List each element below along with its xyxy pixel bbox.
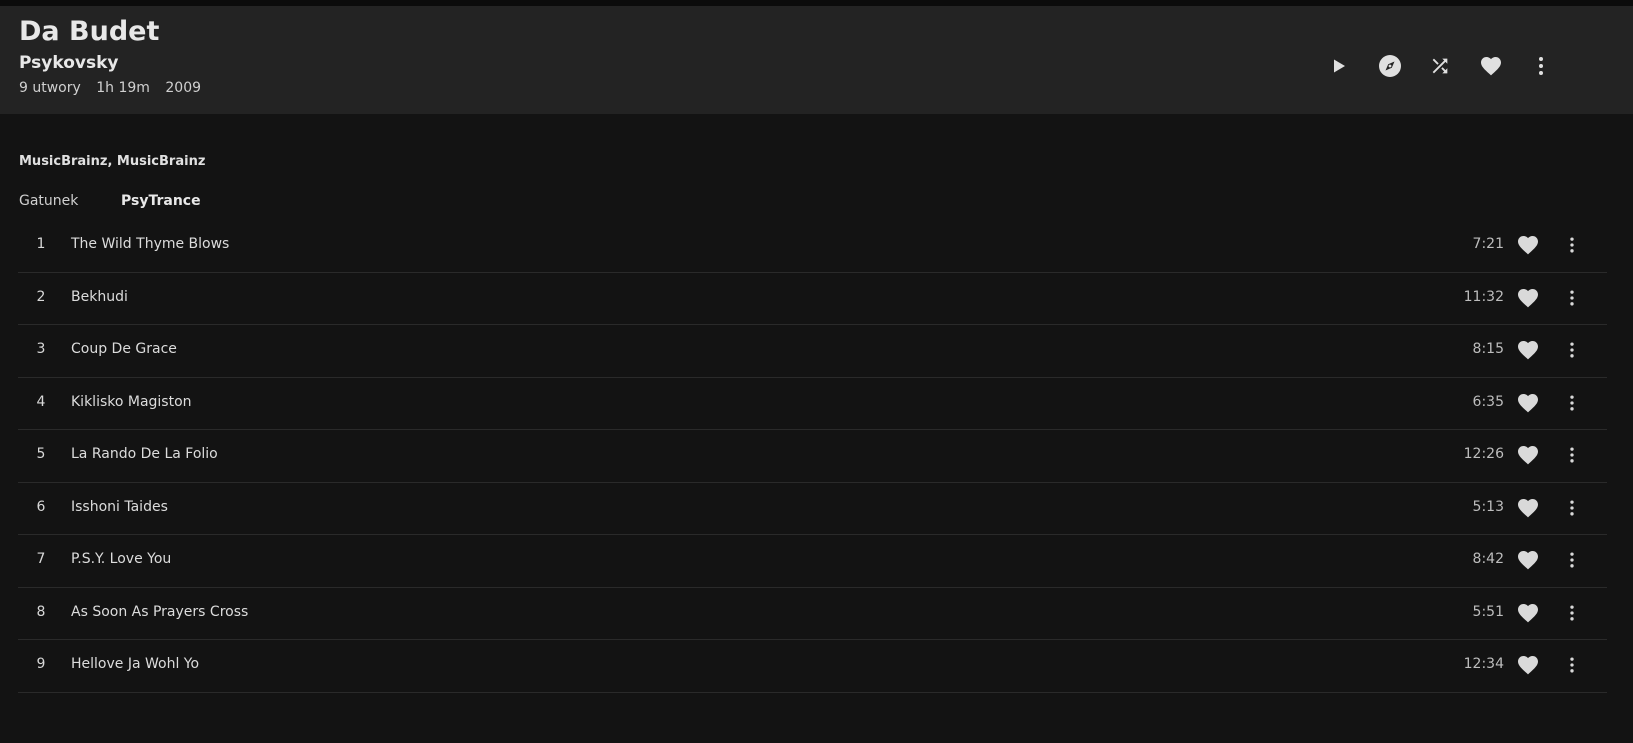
track-number: 8 <box>36 603 46 620</box>
heart-icon <box>1518 498 1538 517</box>
track-more-button[interactable] <box>1562 496 1582 520</box>
track-number: 5 <box>36 446 46 462</box>
play-icon <box>1334 59 1345 73</box>
track-row[interactable]: 5 La Rando De La Folio 12:26 <box>18 430 1607 483</box>
track-number: 2 <box>36 288 46 305</box>
track-like-button[interactable] <box>1515 496 1541 520</box>
track-more-button[interactable] <box>1562 548 1582 572</box>
track-duration: 5:51 <box>1472 603 1504 620</box>
track-duration: 5:13 <box>1472 498 1504 515</box>
more-vertical-icon <box>1539 57 1543 75</box>
track-title[interactable]: Hellove Ja Wohl Yo <box>71 656 199 672</box>
track-like-button[interactable] <box>1515 443 1541 467</box>
heart-icon <box>1518 341 1538 360</box>
track-row[interactable]: 9 Hellove Ja Wohl Yo 12:34 <box>18 640 1607 693</box>
more-vertical-icon <box>1570 447 1574 463</box>
track-like-button[interactable] <box>1515 653 1541 677</box>
track-duration: 6:35 <box>1472 393 1504 410</box>
track-list: 1 The Wild Thyme Blows 7:21 2 Bekhudi 11… <box>18 220 1607 693</box>
more-vertical-icon <box>1570 657 1574 673</box>
album-meta: 9 utwory 1h 19m 2009 <box>19 80 212 96</box>
more-vertical-icon <box>1570 290 1574 305</box>
track-more-button[interactable] <box>1562 653 1582 677</box>
play-button[interactable] <box>1324 51 1354 81</box>
track-row[interactable]: 4 Kiklisko Magiston 6:35 <box>18 378 1607 430</box>
track-title[interactable]: La Rando De La Folio <box>71 446 218 462</box>
track-duration: 8:15 <box>1472 341 1504 357</box>
heart-icon <box>1518 603 1538 622</box>
more-vertical-icon <box>1570 342 1574 358</box>
track-number: 3 <box>36 341 46 357</box>
track-like-button[interactable] <box>1515 233 1541 257</box>
track-title[interactable]: The Wild Thyme Blows <box>71 236 229 252</box>
more-vertical-icon <box>1570 605 1574 620</box>
heart-icon <box>1518 446 1538 465</box>
track-count: 9 utwory <box>19 80 81 96</box>
track-more-button[interactable] <box>1562 233 1582 257</box>
album-more-button[interactable] <box>1526 51 1556 81</box>
track-more-button[interactable] <box>1562 391 1582 415</box>
track-number: 4 <box>36 393 46 410</box>
track-title[interactable]: Kiklisko Magiston <box>71 394 192 410</box>
shuffle-icon <box>1432 58 1448 74</box>
compass-icon <box>1379 55 1401 77</box>
track-more-button[interactable] <box>1562 338 1582 362</box>
shuffle-button[interactable] <box>1425 51 1455 81</box>
heart-icon <box>1518 236 1538 255</box>
track-more-button[interactable] <box>1562 443 1582 467</box>
track-title[interactable]: P.S.Y. Love You <box>71 551 171 567</box>
album-title: Da Budet <box>19 16 160 47</box>
heart-icon <box>1518 551 1538 570</box>
more-vertical-icon <box>1570 500 1574 515</box>
track-duration: 11:32 <box>1463 288 1504 305</box>
explore-button[interactable] <box>1375 51 1405 81</box>
album-header: Da Budet Psykovsky 9 utwory 1h 19m 2009 <box>0 6 1633 114</box>
more-vertical-icon <box>1570 552 1574 568</box>
album-year: 2009 <box>165 80 202 96</box>
track-row[interactable]: 1 The Wild Thyme Blows 7:21 <box>18 220 1607 273</box>
track-duration: 7:21 <box>1472 236 1504 252</box>
heart-icon <box>1518 393 1538 412</box>
track-more-button[interactable] <box>1562 601 1582 625</box>
track-title[interactable]: Coup De Grace <box>71 341 177 357</box>
track-title[interactable]: As Soon As Prayers Cross <box>71 604 248 620</box>
track-row[interactable]: 8 As Soon As Prayers Cross 5:51 <box>18 588 1607 640</box>
track-row[interactable]: 6 Isshoni Taides 5:13 <box>18 483 1607 535</box>
more-vertical-icon <box>1570 237 1574 253</box>
track-number: 6 <box>36 498 46 515</box>
credits: MusicBrainz, MusicBrainz <box>19 154 206 169</box>
track-duration: 12:34 <box>1463 656 1504 672</box>
more-vertical-icon <box>1570 395 1574 410</box>
track-duration: 12:26 <box>1463 446 1504 462</box>
track-like-button[interactable] <box>1515 391 1541 415</box>
heart-icon <box>1481 57 1501 76</box>
album-duration: 1h 19m <box>96 80 150 96</box>
track-duration: 8:42 <box>1472 551 1504 567</box>
track-row[interactable]: 3 Coup De Grace 8:15 <box>18 325 1607 378</box>
genre-label: Gatunek <box>19 193 79 209</box>
heart-icon <box>1518 288 1538 307</box>
track-like-button[interactable] <box>1515 548 1541 572</box>
track-title[interactable]: Isshoni Taides <box>71 499 168 515</box>
genre-value[interactable]: PsyTrance <box>121 193 201 209</box>
heart-icon <box>1518 656 1538 675</box>
track-like-button[interactable] <box>1515 286 1541 310</box>
like-album-button[interactable] <box>1476 51 1506 81</box>
track-number: 7 <box>36 551 46 567</box>
track-number: 9 <box>36 656 46 672</box>
track-like-button[interactable] <box>1515 338 1541 362</box>
track-row[interactable]: 7 P.S.Y. Love You 8:42 <box>18 535 1607 588</box>
track-row[interactable]: 2 Bekhudi 11:32 <box>18 273 1607 325</box>
track-number: 1 <box>36 236 46 252</box>
track-more-button[interactable] <box>1562 286 1582 310</box>
track-like-button[interactable] <box>1515 601 1541 625</box>
album-artist[interactable]: Psykovsky <box>19 53 118 73</box>
track-title[interactable]: Bekhudi <box>71 289 128 305</box>
